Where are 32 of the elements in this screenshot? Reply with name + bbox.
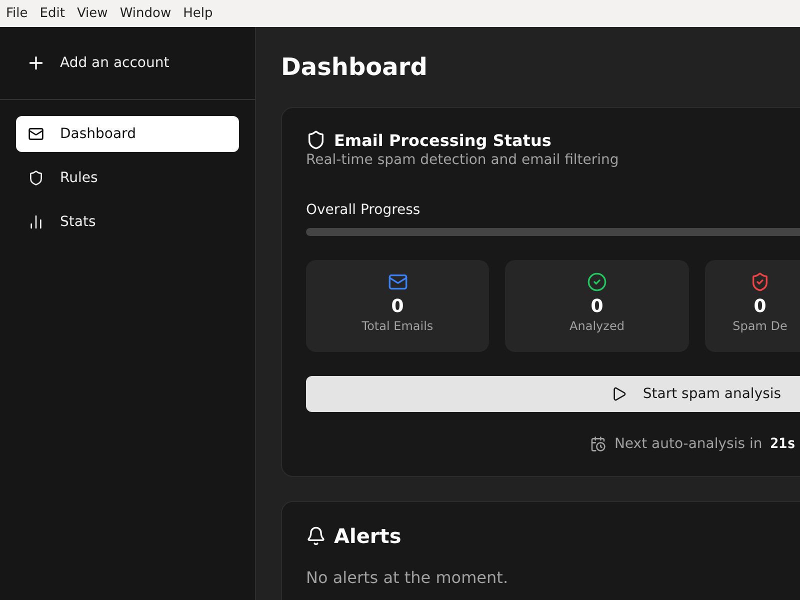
menu-item[interactable]: File [6,6,28,21]
empty-message: No alerts at the moment. [306,568,510,587]
shield-icon [28,170,44,186]
sidebar-item[interactable]: Stats [16,204,239,240]
menu-item[interactable]: Edit [40,6,65,21]
stat-value: 0 [754,296,766,317]
start-analysis-button[interactable]: Start spam analysis [306,376,800,412]
sidebar-item[interactable]: Rules [16,160,239,196]
next-analysis-label: Next auto-analysis in [614,436,762,452]
countdown: 21s [770,436,796,452]
card-title: Email Processing Status [334,130,552,150]
stat-label: Spam De [732,319,788,333]
menu-item[interactable]: Window [120,6,172,21]
stat-label: Analyzed [570,319,624,333]
menu-item[interactable]: Help [183,6,213,21]
sidebar-item[interactable]: Dashboard [16,116,239,152]
menu-item[interactable]: View [76,6,108,21]
stat-value: 0 [590,296,604,317]
page-title: Dashboard [281,52,428,83]
bar-chart-icon [28,214,44,230]
add-account-label: Add an account [60,55,170,71]
mail-icon [28,126,44,142]
stat-label: Total Emails [362,319,434,333]
stat-value: 0 [391,296,404,317]
card-subtitle: Real-time spam detection and email filtering [306,152,620,168]
card-title: Alerts [334,524,402,548]
progress-label: Overall Progress [306,202,422,218]
shield-icon [306,130,326,150]
play-icon [610,386,627,402]
bell-icon [306,526,326,546]
add-account-item[interactable]: Add an account [0,27,255,100]
calendar-clock-icon [590,436,606,452]
